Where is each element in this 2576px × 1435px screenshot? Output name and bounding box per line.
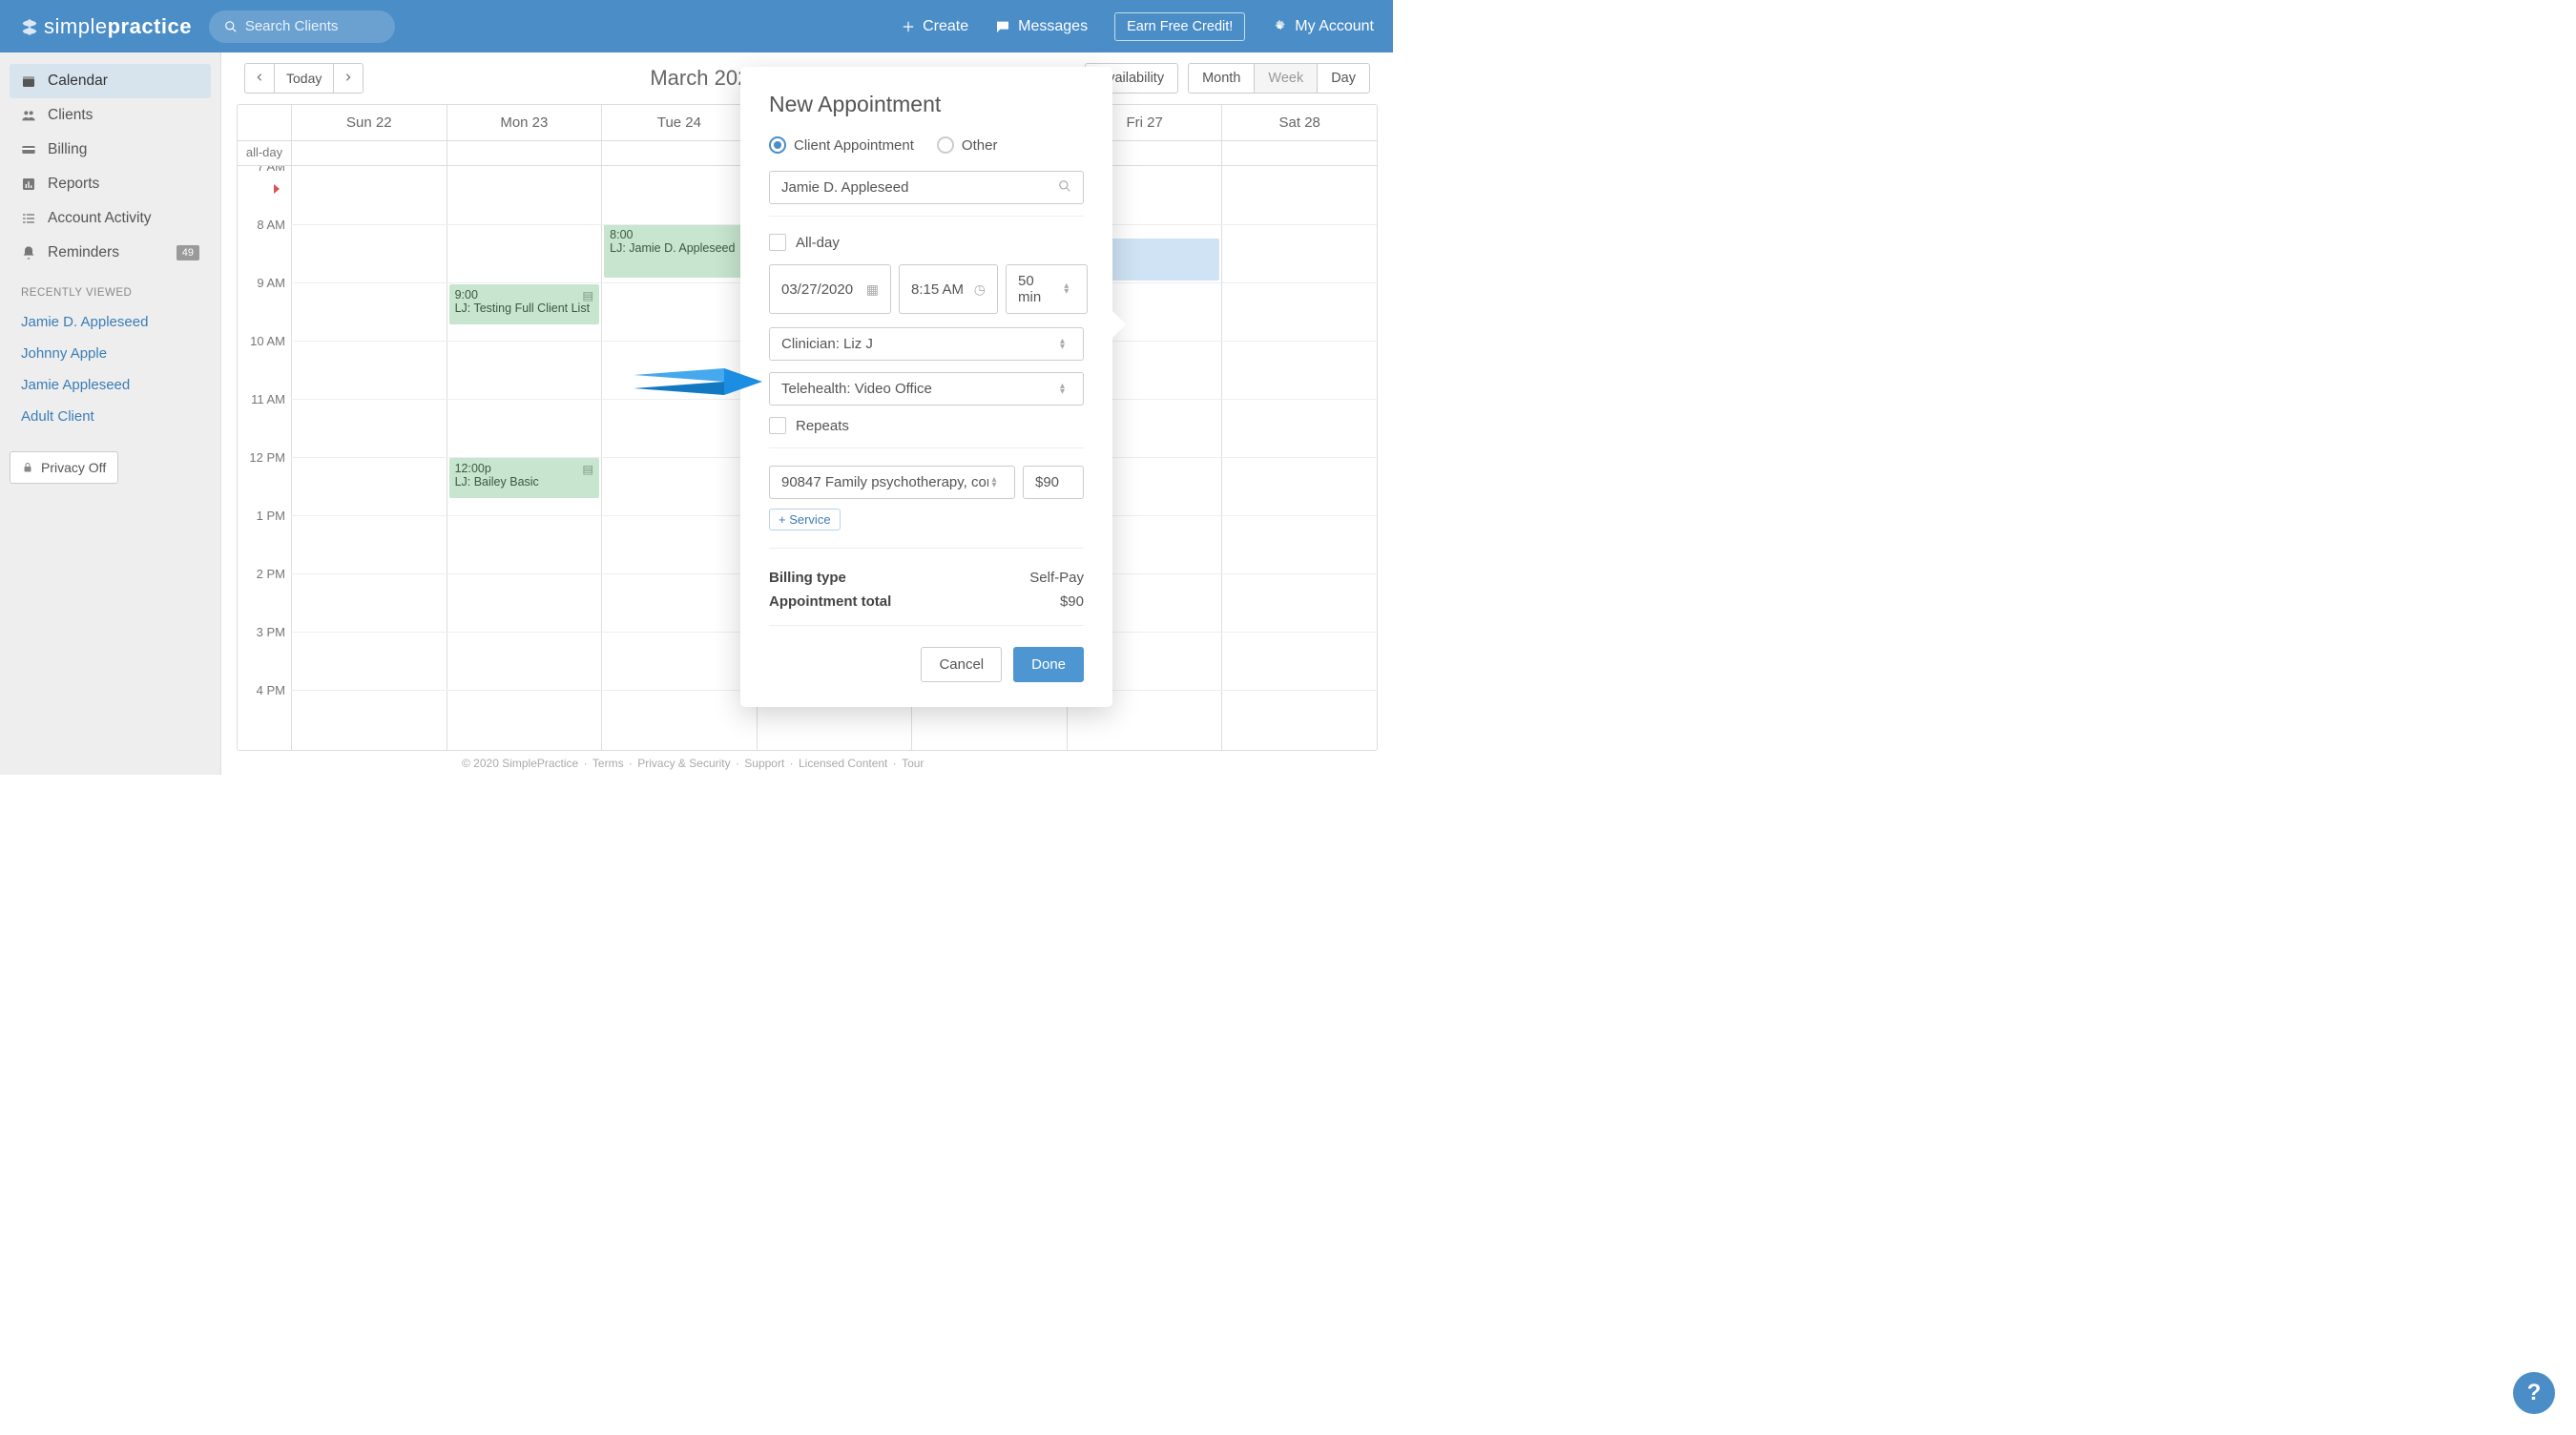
cancel-button[interactable]: Cancel [921,647,1002,682]
calendar-icon: ▦ [866,281,879,298]
view-week[interactable]: Week [1255,64,1318,93]
nav-calendar[interactable]: Calendar [10,64,211,98]
day-header: Sat 28 [1221,105,1377,140]
view-group: Month Week Day [1188,63,1370,94]
fee-field[interactable]: $90 [1023,466,1084,499]
nav-reminders[interactable]: Reminders 49 [10,236,211,270]
list-icon [21,211,36,226]
plus-icon [902,20,915,33]
footer-link[interactable]: Support [744,757,784,770]
service-select[interactable]: 90847 Family psychotherapy, conj ▴▾ [769,466,1015,499]
updown-icon: ▴▾ [1060,339,1071,350]
date-nav-group: Today [244,63,364,94]
client-search-input[interactable] [781,179,1058,196]
recent-link[interactable]: Johnny Apple [10,338,211,369]
radio-other[interactable]: Other [937,136,998,154]
logo: simplepractice [19,14,192,39]
people-icon [21,108,36,123]
view-day[interactable]: Day [1318,64,1369,93]
done-button[interactable]: Done [1013,647,1084,682]
allday-checkbox[interactable]: All-day [769,234,1084,251]
nav-clients[interactable]: Clients [10,98,211,133]
chevron-right-icon [343,72,353,83]
billing-type-label: Billing type [769,570,846,586]
nav-reports[interactable]: Reports [10,167,211,201]
time-column: 7 AM8 AM9 AM10 AM11 AM12 PM1 PM2 PM3 PM4… [238,166,291,750]
time-field[interactable]: 8:15 AM ◷ [899,264,998,314]
now-indicator [274,184,280,194]
messages-button[interactable]: Messages [995,18,1088,35]
recent-link[interactable]: Jamie Appleseed [10,369,211,401]
search-icon [1058,179,1071,196]
day-header: Tue 24 [601,105,757,140]
allday-label: all-day [238,141,291,165]
bell-icon [21,245,36,260]
radio-client-appointment[interactable]: Client Appointment [769,136,914,154]
butterfly-icon [19,16,40,37]
updown-icon: ▴▾ [992,477,1003,489]
add-service-button[interactable]: + Service [769,509,841,530]
updown-icon: ▴▾ [1060,384,1071,395]
search-box[interactable] [209,10,395,43]
day-header: Sun 22 [291,105,447,140]
sidebar: Calendar Clients Billing Reports Account… [0,52,221,775]
footer-link[interactable]: Privacy & Security [637,757,730,770]
day-header: Mon 23 [447,105,602,140]
app-header: simplepractice Create Messages Earn Free… [0,0,1393,52]
lock-icon [22,461,33,474]
search-icon [224,19,238,34]
new-appointment-modal: New Appointment Client Appointment Other… [740,67,1112,707]
reminders-badge: 49 [177,245,199,260]
chat-icon [995,19,1010,34]
earn-credit-button[interactable]: Earn Free Credit! [1114,12,1245,41]
view-month[interactable]: Month [1189,64,1255,93]
footer: © 2020 SimplePractice · Terms · Privacy … [443,757,943,770]
card-icon [21,142,36,157]
help-fab[interactable]: ? [2513,1372,2555,1414]
repeats-checkbox[interactable]: Repeats [769,417,1084,434]
prev-button[interactable] [245,64,275,93]
total-value: $90 [1060,593,1084,610]
duration-field[interactable]: 50 min ▴▾ [1006,264,1088,314]
client-search-field[interactable] [769,171,1084,204]
create-button[interactable]: Create [902,18,968,35]
billing-type-value: Self-Pay [1029,570,1084,586]
updown-icon: ▴▾ [1064,283,1075,295]
recently-viewed-header: RECENTLY VIEWED [10,270,211,306]
recent-link[interactable]: Adult Client [10,401,211,432]
date-field[interactable]: 03/27/2020 ▦ [769,264,891,314]
nav-account-activity[interactable]: Account Activity [10,201,211,236]
footer-link[interactable]: Terms [592,757,624,770]
recent-link[interactable]: Jamie D. Appleseed [10,306,211,338]
calendar-icon [21,73,36,89]
chevron-left-icon [255,72,264,83]
footer-link[interactable]: Licensed Content [799,757,887,770]
total-label: Appointment total [769,593,891,610]
clinician-select[interactable]: Clinician: Liz J ▴▾ [769,327,1084,361]
search-input[interactable] [245,18,380,34]
footer-link[interactable]: Tour [902,757,924,770]
nav-billing[interactable]: Billing [10,133,211,167]
today-button[interactable]: Today [275,64,334,93]
clock-icon: ◷ [974,281,986,298]
my-account-button[interactable]: My Account [1272,18,1374,35]
location-select[interactable]: Telehealth: Video Office ▴▾ [769,372,1084,406]
chart-icon [21,177,36,192]
privacy-toggle[interactable]: Privacy Off [10,451,118,484]
question-icon: ? [2527,1380,2542,1406]
modal-title: New Appointment [769,92,1084,117]
gear-icon [1272,19,1287,34]
next-button[interactable] [334,64,363,93]
